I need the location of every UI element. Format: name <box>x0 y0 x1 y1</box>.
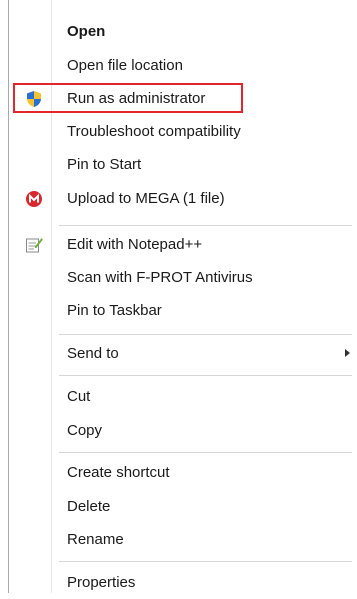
menu-separator <box>59 225 352 226</box>
menu-item-open[interactable]: Open <box>9 15 357 48</box>
menu-item-edit-with-notepad-plus-plus[interactable]: Edit with Notepad++ <box>9 228 357 261</box>
highlight-box <box>13 83 243 113</box>
menu-item-label: Send to <box>67 345 119 362</box>
menu-item-label: Troubleshoot compatibility <box>67 123 241 140</box>
menu-item-send-to[interactable]: Send to <box>9 337 357 370</box>
menu-item-label: Delete <box>67 498 111 515</box>
menu-item-label: Rename <box>67 531 124 548</box>
context-menu: Open Open file location Run as administr… <box>8 0 357 593</box>
menu-item-open-file-location[interactable]: Open file location <box>9 49 357 82</box>
menu-item-label: Create shortcut <box>67 464 170 481</box>
menu-item-label: Copy <box>67 422 103 439</box>
menu-item-pin-to-taskbar[interactable]: Pin to Taskbar <box>9 294 357 327</box>
menu-item-label: Open file location <box>67 57 183 74</box>
menu-item-label: Properties <box>67 574 136 591</box>
menu-separator <box>59 561 352 562</box>
menu-item-label: Open <box>67 23 106 40</box>
menu-item-troubleshoot-compatibility[interactable]: Troubleshoot compatibility <box>9 115 357 148</box>
menu-item-label: Upload to MEGA (1 file) <box>67 190 225 207</box>
menu-item-create-shortcut[interactable]: Create shortcut <box>9 456 357 489</box>
menu-item-scan-with-f-prot[interactable]: Scan with F-PROT Antivirus <box>9 261 357 294</box>
menu-item-label: Pin to Taskbar <box>67 302 162 319</box>
menu-separator <box>59 452 352 453</box>
menu-item-cut[interactable]: Cut <box>9 380 357 413</box>
menu-item-label: Edit with Notepad++ <box>67 236 203 253</box>
menu-item-pin-to-start[interactable]: Pin to Start <box>9 148 357 181</box>
menu-item-label: Scan with F-PROT Antivirus <box>67 269 253 286</box>
mega-icon <box>26 191 42 207</box>
submenu-arrow-icon <box>345 349 350 357</box>
menu-item-delete[interactable]: Delete <box>9 490 357 523</box>
menu-item-upload-to-mega[interactable]: Upload to MEGA (1 file) <box>9 182 357 215</box>
menu-item-rename[interactable]: Rename <box>9 523 357 556</box>
menu-item-copy[interactable]: Copy <box>9 414 357 447</box>
menu-item-label: Pin to Start <box>67 156 142 173</box>
menu-separator <box>59 334 352 335</box>
menu-item-properties[interactable]: Properties <box>9 566 357 599</box>
menu-item-label: Cut <box>67 388 91 405</box>
notepad-plus-plus-icon <box>26 238 43 253</box>
menu-separator <box>59 375 352 376</box>
